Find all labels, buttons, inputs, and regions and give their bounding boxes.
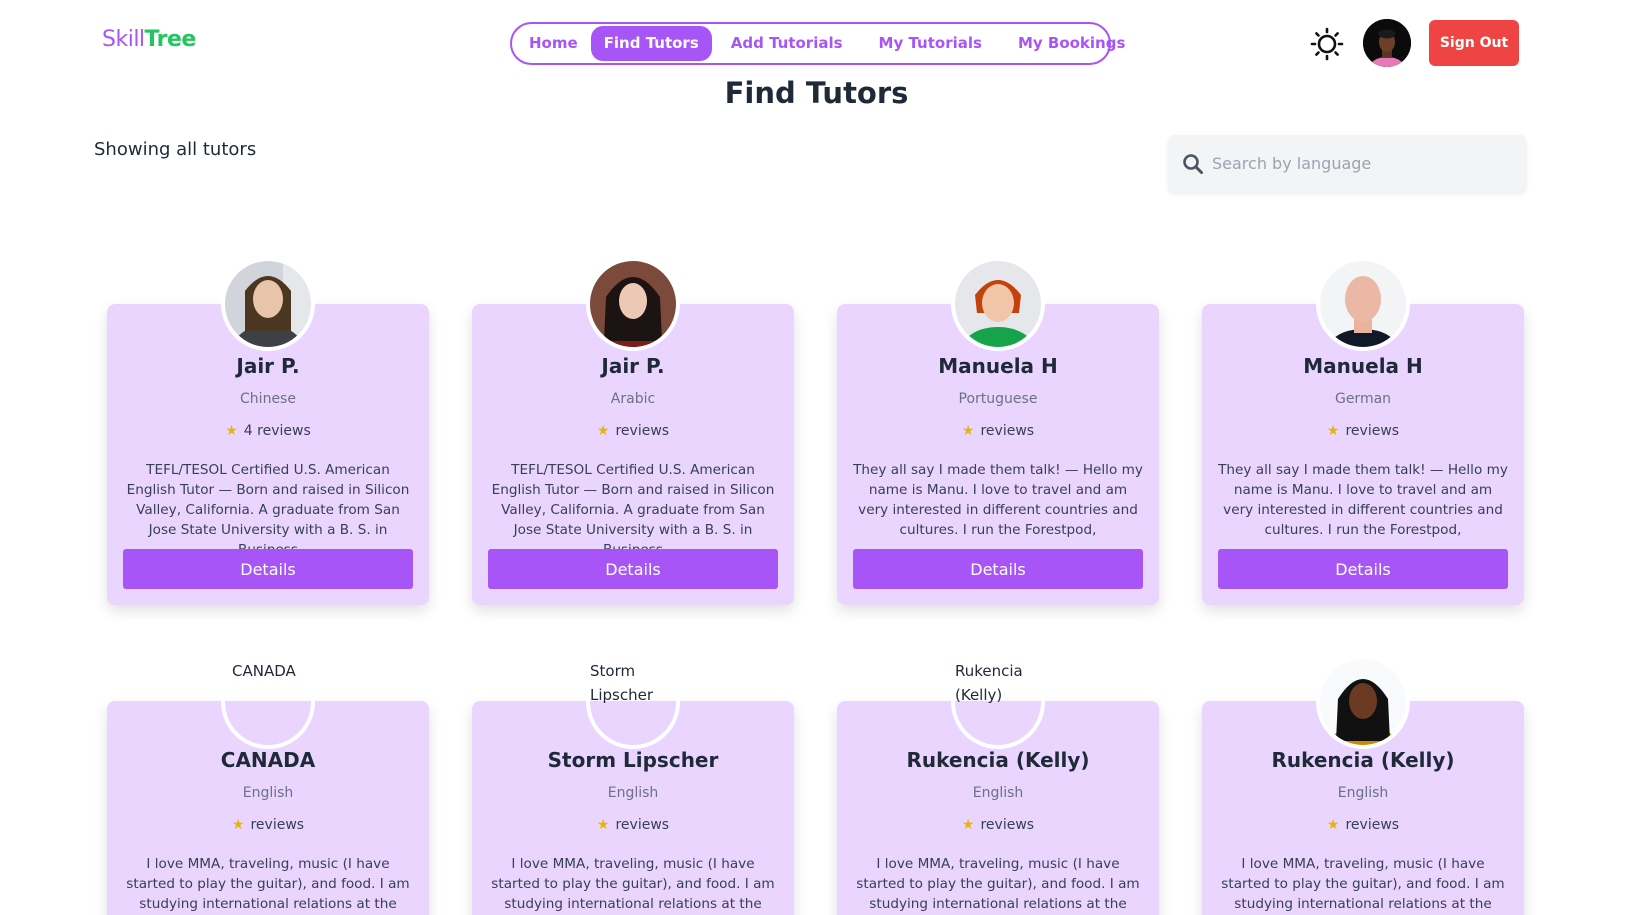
tutor-description: They all say I made them talk! — Hello m…	[1218, 462, 1508, 538]
star-icon: ★	[961, 817, 975, 833]
details-button[interactable]: Details	[488, 549, 778, 589]
star-icon: ★	[961, 423, 975, 439]
tutor-photo	[221, 257, 315, 351]
tutor-reviews: ★ reviews	[107, 817, 429, 833]
tutor-photo	[586, 257, 680, 351]
tutor-description: I love MMA, traveling, music (I have sta…	[1221, 856, 1505, 912]
logo-part-skill: Skill	[102, 27, 145, 52]
tutor-name: Jair P.	[601, 354, 665, 378]
tutor-description: They all say I made them talk! — Hello m…	[853, 462, 1143, 538]
sign-out-button[interactable]: Sign Out	[1429, 20, 1519, 66]
tutor-language: English	[972, 785, 1024, 801]
star-icon: ★	[231, 817, 245, 833]
tutor-name: CANADA	[220, 748, 316, 772]
tutor-reviews-label: reviews	[980, 817, 1035, 833]
main-nav: Home Find Tutors Add Tutorials My Tutori…	[510, 22, 1125, 65]
tutor-reviews-label: reviews	[615, 423, 670, 439]
tutor-reviews-label: reviews	[1345, 817, 1400, 833]
star-icon: ★	[1326, 817, 1340, 833]
tutor-reviews-label: reviews	[980, 423, 1035, 439]
tutor-name: Rukencia (Kelly)	[1271, 748, 1455, 772]
tutor-language: Chinese	[240, 391, 296, 407]
search-bar	[1168, 135, 1526, 192]
tutor-description: I love MMA, traveling, music (I have sta…	[491, 856, 775, 912]
logo[interactable]: SkillTree	[102, 27, 196, 52]
page-title: Find Tutors	[724, 76, 909, 110]
tutor-language: Arabic	[610, 391, 656, 407]
search-icon	[1183, 153, 1203, 174]
tutor-reviews: ★ reviews	[837, 817, 1159, 833]
tutor-language: English	[1337, 785, 1389, 801]
details-button[interactable]: Details	[123, 549, 413, 589]
tutor-description: TEFL/TESOL Certified U.S. American Engli…	[491, 462, 775, 558]
tutor-name: Manuela H	[938, 354, 1058, 378]
tutor-photo-alt: Storm Lipscher	[590, 662, 654, 704]
star-icon: ★	[596, 817, 610, 833]
tutor-reviews-label: reviews	[1345, 423, 1400, 439]
tutor-reviews: ★ reviews	[472, 423, 794, 439]
details-button[interactable]: Details	[853, 549, 1143, 589]
tutor-reviews-label: reviews	[615, 817, 670, 833]
user-avatar[interactable]	[1363, 19, 1411, 67]
tutor-description: I love MMA, traveling, music (I have sta…	[126, 856, 410, 912]
nav-find-tutors[interactable]: Find Tutors	[590, 26, 712, 61]
star-icon: ★	[596, 423, 610, 439]
tutor-language: English	[607, 785, 659, 801]
tutor-name: Storm Lipscher	[547, 748, 719, 772]
tutor-reviews: ★ reviews	[837, 423, 1159, 439]
tutor-reviews: ★ reviews	[472, 817, 794, 833]
tutor-description: I love MMA, traveling, music (I have sta…	[856, 856, 1140, 912]
details-button[interactable]: Details	[1218, 549, 1508, 589]
nav-my-tutorials[interactable]: My Tutorials	[866, 26, 995, 61]
tutor-reviews-label: 4 reviews	[243, 423, 311, 439]
star-icon: ★	[1326, 423, 1340, 439]
nav-my-bookings[interactable]: My Bookings	[1005, 26, 1138, 61]
tutor-language: German	[1334, 391, 1392, 407]
tutor-reviews-label: reviews	[250, 817, 305, 833]
star-icon: ★	[225, 423, 238, 439]
logo-part-tree: Tree	[144, 27, 197, 52]
nav-home[interactable]: Home	[516, 26, 591, 61]
sun-icon[interactable]	[1310, 27, 1344, 61]
tutor-reviews: ★ 4 reviews	[107, 423, 429, 439]
tutor-photo	[1316, 655, 1410, 749]
tutor-language: Portuguese	[958, 391, 1038, 407]
tutor-photo-alt: Rukencia (Kelly)	[955, 662, 1023, 704]
tutor-reviews: ★ reviews	[1202, 423, 1524, 439]
search-input[interactable]	[1212, 154, 1502, 173]
tutor-photo	[951, 257, 1045, 351]
results-status: Showing all tutors	[94, 139, 257, 160]
tutor-description: TEFL/TESOL Certified U.S. American Engli…	[126, 462, 410, 558]
tutor-name: Manuela H	[1303, 354, 1423, 378]
tutor-reviews: ★ reviews	[1202, 817, 1524, 833]
tutor-photo-alt: CANADA	[232, 662, 296, 680]
tutor-photo	[1316, 257, 1410, 351]
tutor-language: English	[242, 785, 294, 801]
tutor-name: Rukencia (Kelly)	[906, 748, 1090, 772]
navbar: SkillTree Home Find Tutors Add Tutorials…	[0, 0, 1633, 86]
nav-add-tutorials[interactable]: Add Tutorials	[718, 26, 856, 61]
tutor-name: Jair P.	[236, 354, 300, 378]
